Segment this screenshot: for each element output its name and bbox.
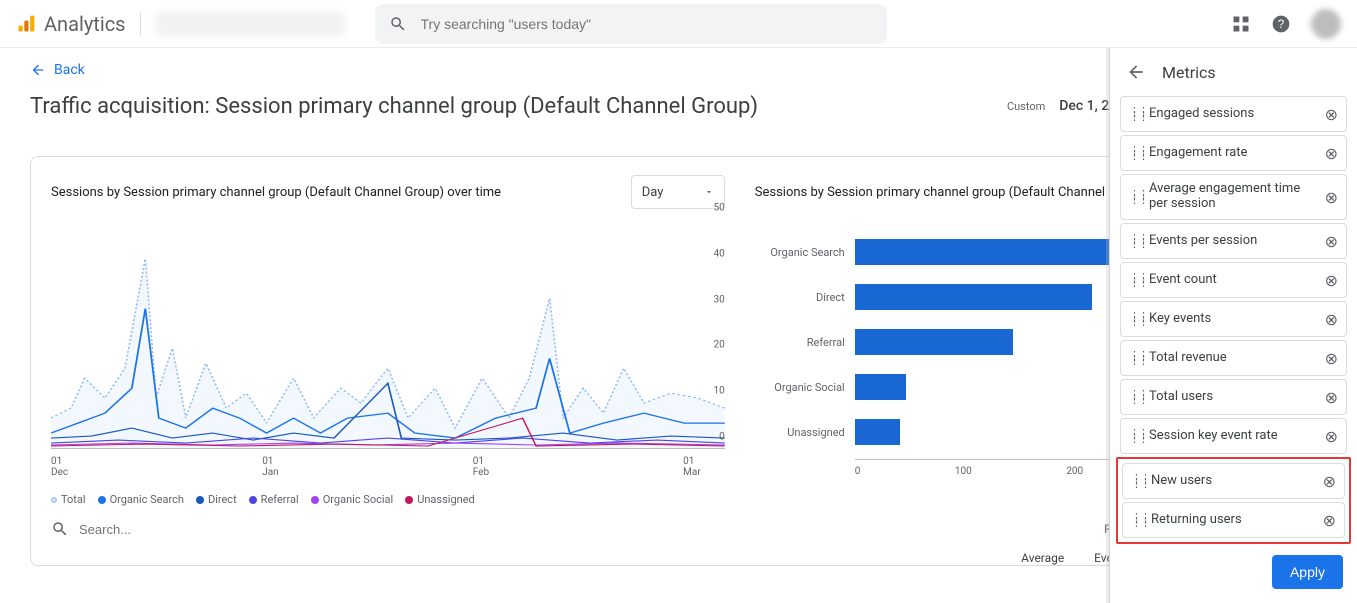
metric-item[interactable]: ⋮⋮⋮⋮Session key event rate⊗	[1120, 418, 1347, 454]
drag-handle-icon[interactable]: ⋮⋮⋮⋮	[1129, 109, 1141, 119]
bar-label: Organic Social	[755, 381, 845, 394]
legend-item[interactable]: Organic Social	[311, 493, 394, 506]
y-tick: 0	[719, 432, 725, 443]
help-icon[interactable]: ?	[1271, 14, 1291, 34]
column-header[interactable]: Averageengagementtime per session	[964, 551, 1076, 566]
legend-item[interactable]: Organic Search	[98, 493, 184, 506]
search-icon	[51, 520, 69, 538]
metric-item[interactable]: ⋮⋮⋮⋮Total revenue⊗	[1120, 340, 1347, 376]
back-link[interactable]: Back	[30, 62, 85, 78]
granularity-select[interactable]: Day	[631, 175, 725, 209]
y-tick: 30	[714, 294, 725, 305]
legend-item[interactable]: Unassigned	[405, 493, 475, 506]
arrow-left-icon[interactable]	[1126, 62, 1146, 82]
svg-text:?: ?	[1278, 18, 1285, 31]
bar-label: Direct	[755, 291, 845, 304]
drag-handle-icon[interactable]: ⋮⋮⋮⋮	[1129, 236, 1141, 246]
bar-fill	[855, 419, 900, 445]
bar-label: Organic Search	[755, 246, 845, 259]
metric-item[interactable]: ⋮⋮⋮⋮Engaged sessions⊗	[1120, 96, 1347, 132]
x-label: 01Mar	[683, 456, 701, 478]
remove-icon[interactable]: ⊗	[1325, 388, 1338, 407]
y-tick: 20	[714, 340, 725, 351]
apply-button[interactable]: Apply	[1272, 555, 1343, 589]
bar-x-tick: 0	[855, 466, 861, 477]
metric-item[interactable]: ⋮⋮⋮⋮Engagement rate⊗	[1120, 135, 1347, 171]
remove-icon[interactable]: ⊗	[1325, 271, 1338, 290]
drag-handle-icon[interactable]: ⋮⋮⋮⋮	[1129, 275, 1141, 285]
metric-item[interactable]: ⋮⋮⋮⋮Events per session⊗	[1120, 223, 1347, 259]
divider	[140, 12, 141, 36]
line-chart-svg	[51, 219, 725, 448]
remove-icon[interactable]: ⊗	[1323, 511, 1336, 530]
bar-fill	[855, 284, 1092, 310]
app-logo[interactable]: Analytics	[16, 12, 126, 36]
metric-item[interactable]: ⋮⋮⋮⋮Total users⊗	[1120, 379, 1347, 415]
avatar[interactable]	[1311, 9, 1341, 39]
global-search[interactable]	[375, 4, 887, 44]
product-name: Analytics	[44, 12, 126, 36]
legend-item[interactable]: Direct	[196, 493, 237, 506]
property-picker[interactable]	[155, 12, 345, 36]
page-title: Traffic acquisition: Session primary cha…	[30, 94, 758, 119]
line-legend: Total Organic Search Direct Referral Organic…	[51, 493, 725, 506]
x-label: 01Feb	[473, 456, 489, 478]
x-label: 01Jan	[262, 456, 278, 478]
metrics-panel: Metrics ⋮⋮⋮⋮Engaged sessions⊗⋮⋮⋮⋮Engagem…	[1109, 48, 1357, 603]
y-tick: 10	[714, 386, 725, 397]
remove-icon[interactable]: ⊗	[1325, 105, 1338, 124]
remove-icon[interactable]: ⊗	[1325, 188, 1338, 207]
arrow-left-icon	[30, 62, 46, 78]
legend-item[interactable]: Total	[51, 493, 86, 506]
bar-fill	[855, 374, 906, 400]
search-input[interactable]	[421, 16, 873, 32]
line-chart: 01020304050 01Dec01Jan01Feb01Mar	[51, 219, 725, 449]
bar-x-tick: 200	[1066, 466, 1083, 477]
analytics-logo-icon	[16, 14, 36, 34]
apps-icon[interactable]	[1231, 14, 1251, 34]
metric-item[interactable]: ⋮⋮⋮⋮Returning users⊗	[1122, 502, 1345, 538]
drag-handle-icon[interactable]: ⋮⋮⋮⋮	[1129, 353, 1141, 363]
drag-handle-icon[interactable]: ⋮⋮⋮⋮	[1131, 476, 1143, 486]
drag-handle-icon[interactable]: ⋮⋮⋮⋮	[1129, 148, 1141, 158]
metric-item[interactable]: ⋮⋮⋮⋮New users⊗	[1122, 463, 1345, 499]
bar-label: Unassigned	[755, 426, 845, 439]
drag-handle-icon[interactable]: ⋮⋮⋮⋮	[1129, 314, 1141, 324]
line-chart-title: Sessions by Session primary channel grou…	[51, 185, 501, 200]
table-search-input[interactable]	[79, 522, 1094, 537]
metric-item[interactable]: ⋮⋮⋮⋮Average engagement time per session⊗	[1120, 174, 1347, 220]
drag-handle-icon[interactable]: ⋮⋮⋮⋮	[1129, 392, 1141, 402]
bar-chart-title: Sessions by Session primary channel grou…	[755, 185, 1148, 200]
remove-icon[interactable]: ⊗	[1323, 472, 1336, 491]
top-bar: Analytics ?	[0, 0, 1357, 48]
custom-label: Custom	[1007, 100, 1045, 113]
y-tick: 40	[714, 248, 725, 259]
remove-icon[interactable]: ⊗	[1325, 232, 1338, 251]
remove-icon[interactable]: ⊗	[1325, 144, 1338, 163]
drag-handle-icon[interactable]: ⋮⋮⋮⋮	[1131, 515, 1143, 525]
drag-handle-icon[interactable]: ⋮⋮⋮⋮	[1129, 431, 1141, 441]
bar-fill	[855, 329, 1013, 355]
search-icon	[389, 15, 407, 33]
remove-icon[interactable]: ⊗	[1325, 310, 1338, 329]
remove-icon[interactable]: ⊗	[1325, 349, 1338, 368]
metric-item[interactable]: ⋮⋮⋮⋮Key events⊗	[1120, 301, 1347, 337]
bar-x-tick: 100	[955, 466, 972, 477]
bar-label: Referral	[755, 336, 845, 349]
legend-item[interactable]: Referral	[249, 493, 299, 506]
back-label: Back	[54, 62, 85, 78]
remove-icon[interactable]: ⊗	[1325, 427, 1338, 446]
panel-title: Metrics	[1162, 63, 1216, 82]
drag-handle-icon[interactable]: ⋮⋮⋮⋮	[1129, 192, 1141, 202]
x-label: 01Dec	[51, 456, 68, 478]
y-tick: 50	[714, 203, 725, 214]
chevron-down-icon	[704, 187, 714, 197]
highlighted-metrics: ⋮⋮⋮⋮New users⊗⋮⋮⋮⋮Returning users⊗	[1116, 457, 1351, 544]
metric-item[interactable]: ⋮⋮⋮⋮Event count⊗	[1120, 262, 1347, 298]
